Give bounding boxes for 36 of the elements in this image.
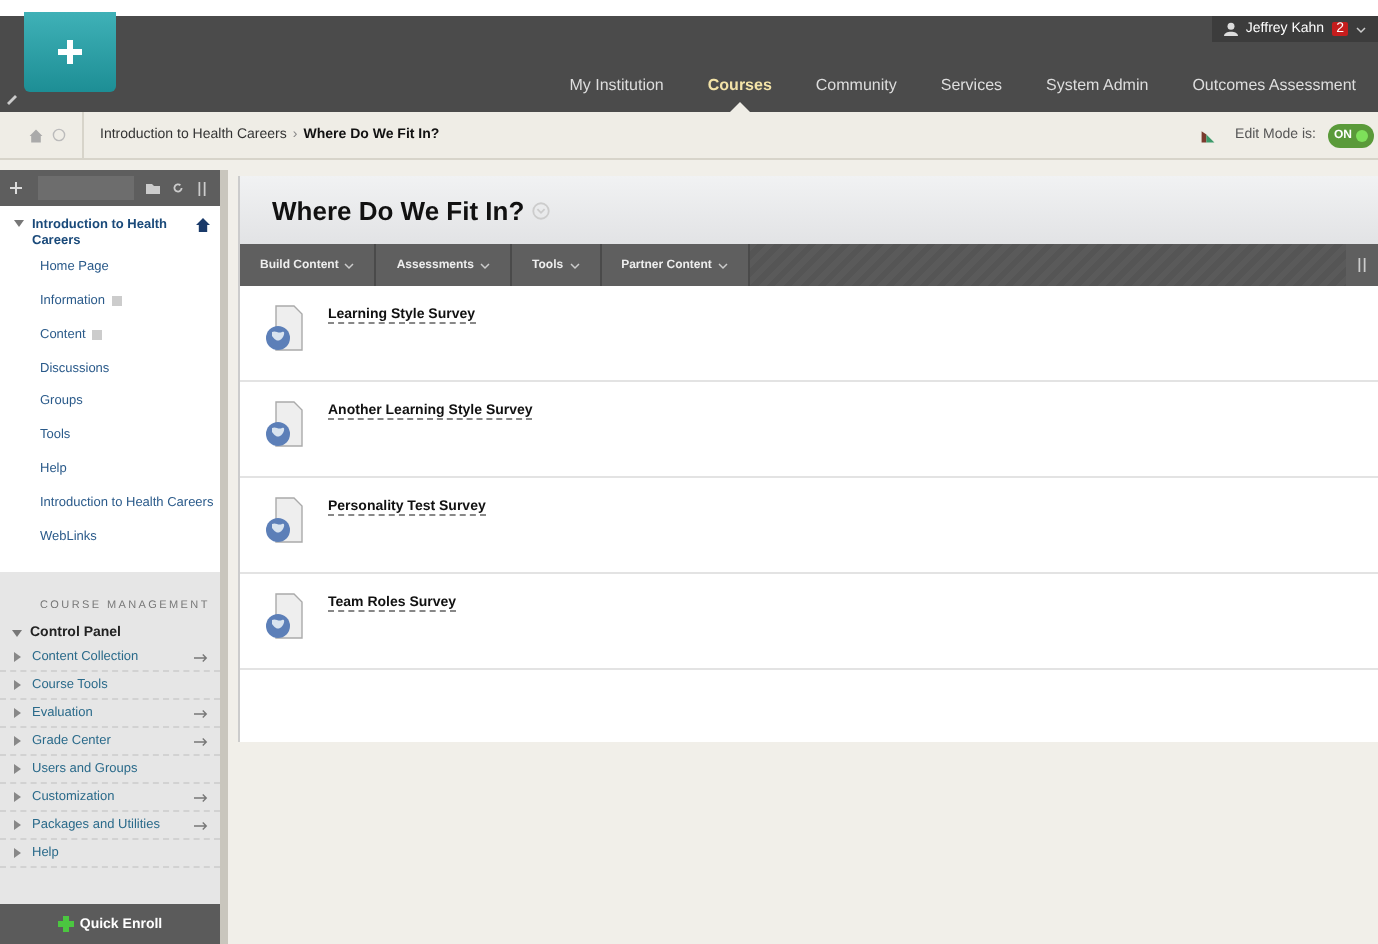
globe-document-icon <box>264 400 304 448</box>
expand-arrow-icon[interactable] <box>12 680 22 691</box>
expand-arrow-icon[interactable] <box>12 628 22 639</box>
nav-tab[interactable]: Community <box>793 76 919 112</box>
add-icon[interactable] <box>10 182 22 194</box>
chart-icon[interactable] <box>1199 127 1216 143</box>
nav-tab[interactable]: Courses <box>685 76 794 112</box>
globe-document-icon <box>264 304 304 352</box>
globe-document-icon <box>264 496 304 544</box>
expand-arrow-icon[interactable] <box>12 764 22 775</box>
expand-arrow-icon[interactable] <box>12 792 22 803</box>
add-button[interactable] <box>24 12 116 92</box>
globe-document-icon <box>264 592 304 640</box>
pin-icon <box>6 94 18 106</box>
refresh-icon[interactable] <box>172 182 184 194</box>
expand-arrow-icon[interactable] <box>12 652 22 663</box>
page-title: Where Do We Fit In? <box>272 195 525 225</box>
nav-tab[interactable]: Outcomes Assessment <box>1170 76 1378 112</box>
expand-arrow-icon[interactable] <box>12 820 22 831</box>
sort-button[interactable] <box>1346 244 1378 286</box>
nav-tab[interactable]: My Institution <box>547 76 686 112</box>
expand-arrow-icon[interactable] <box>14 218 24 228</box>
caret-icon <box>569 261 580 269</box>
expand-arrow-icon[interactable] <box>12 736 22 747</box>
expand-arrow-icon[interactable] <box>12 848 22 859</box>
caret-icon <box>344 261 355 269</box>
caret-icon <box>1356 25 1366 33</box>
plus-icon <box>56 38 84 66</box>
nav-tab[interactable]: Services <box>918 76 1025 112</box>
caret-icon <box>717 261 728 269</box>
folder-icon[interactable] <box>146 182 160 194</box>
nav-tab[interactable]: System Admin <box>1024 76 1171 112</box>
plus-icon <box>57 916 74 932</box>
expand-arrow-icon[interactable] <box>12 708 22 719</box>
caret-icon <box>480 261 491 269</box>
user-icon <box>1223 22 1238 36</box>
